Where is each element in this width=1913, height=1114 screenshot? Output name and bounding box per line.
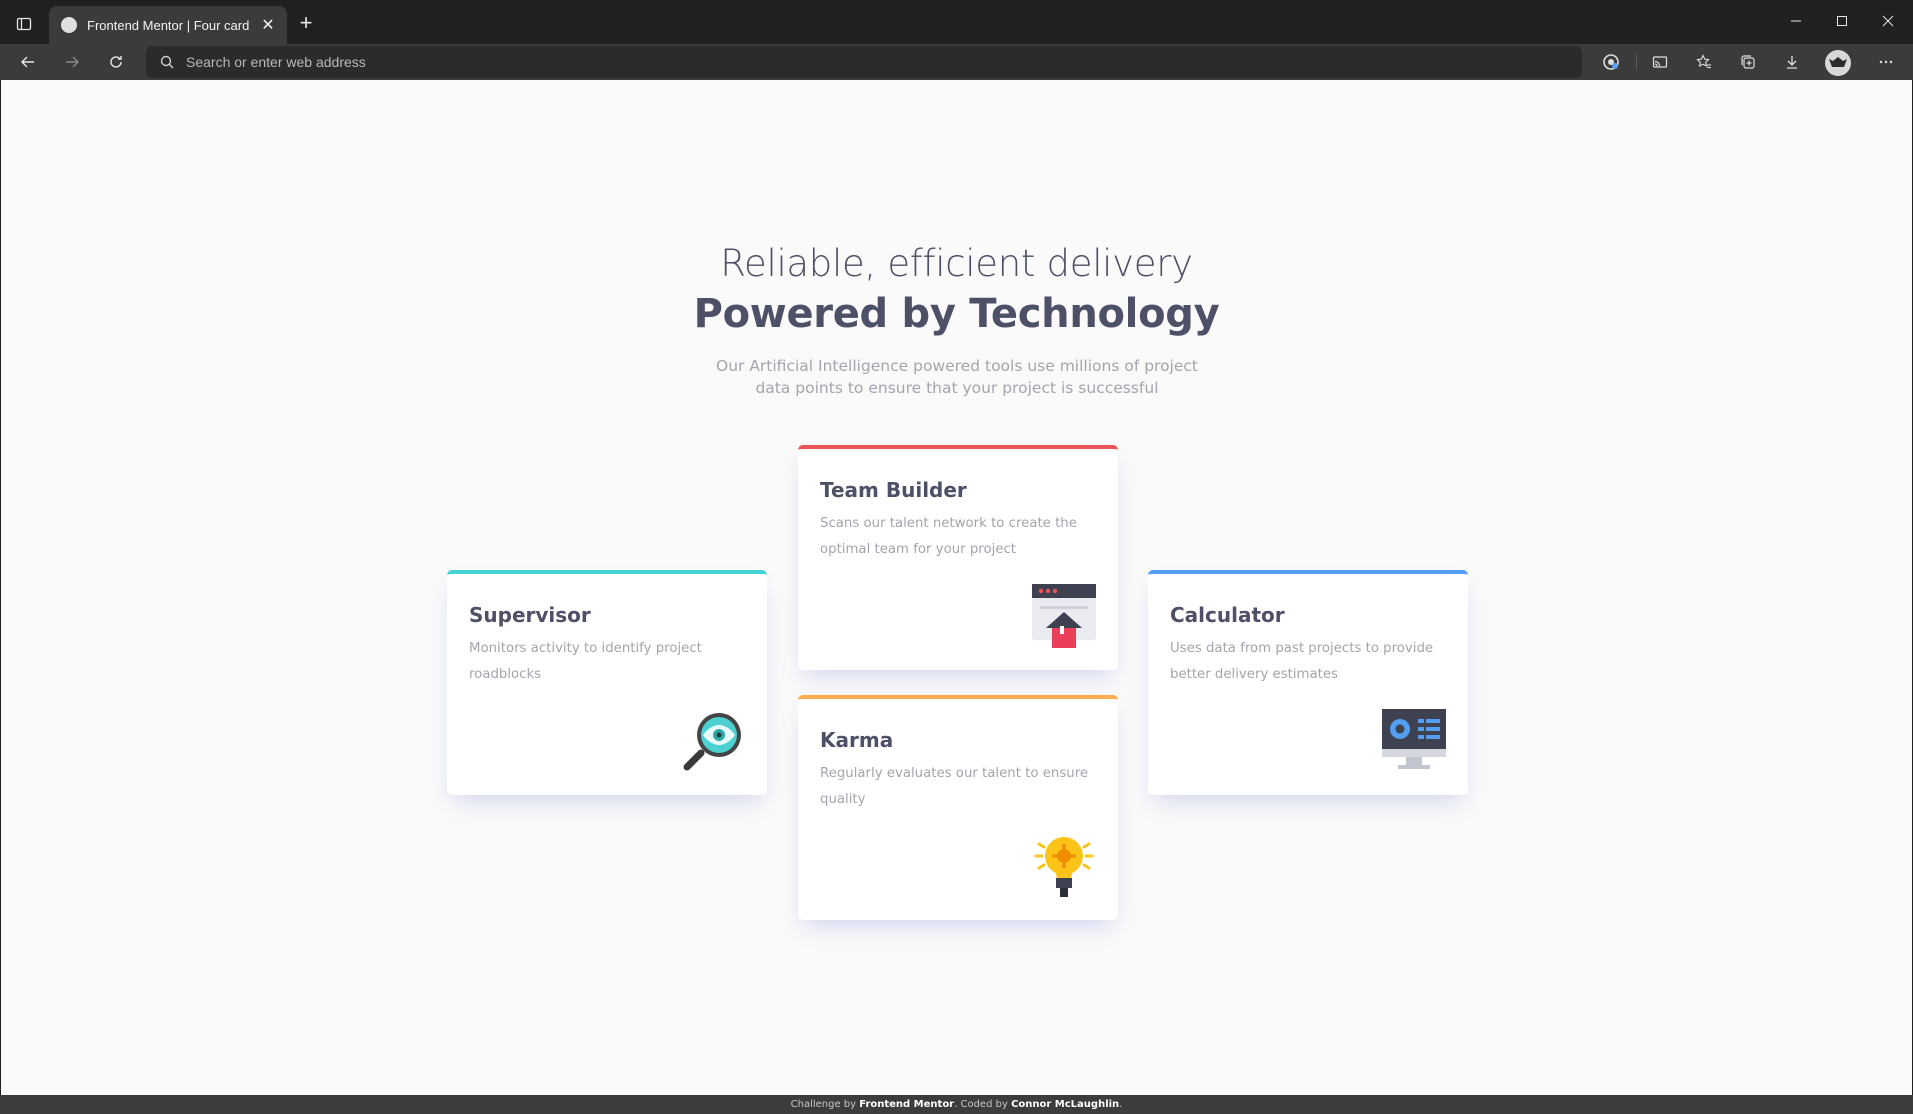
attribution-suffix: . — [1119, 1099, 1123, 1110]
address-bar[interactable] — [146, 46, 1582, 78]
new-tab-icon[interactable]: + — [294, 12, 318, 36]
frontend-mentor-link[interactable]: Frontend Mentor — [859, 1099, 954, 1110]
team-builder-icon — [1032, 584, 1096, 648]
more-options-icon[interactable] — [1872, 48, 1900, 76]
author-link[interactable]: Connor McLaughlin — [1011, 1099, 1119, 1110]
card-team-builder: Team Builder Scans our talent network to… — [798, 445, 1118, 670]
tab-favicon-icon — [61, 17, 77, 33]
address-input[interactable] — [186, 54, 1536, 70]
minimize-icon[interactable] — [1780, 6, 1812, 36]
tab-title: Frontend Mentor | Four card feature sect… — [87, 17, 251, 33]
search-icon — [160, 55, 174, 69]
cast-icon[interactable] — [1646, 48, 1674, 76]
browser-titlebar: Frontend Mentor | Four card feature sect… — [0, 0, 1913, 44]
tab-actions-icon[interactable] — [12, 12, 36, 36]
back-icon[interactable] — [14, 48, 42, 76]
card-description: Scans our talent network to create the o… — [820, 516, 1077, 557]
card-title: Team Builder — [820, 478, 967, 502]
collections-icon[interactable] — [1734, 48, 1762, 76]
card-description: Regularly evaluates our talent to ensure… — [820, 766, 1089, 807]
attribution-middle: . Coded by — [954, 1099, 1012, 1110]
maximize-icon[interactable] — [1826, 6, 1858, 36]
card-description: Uses data from past projects to provide … — [1170, 641, 1434, 682]
page-viewport: Reliable, efficient delivery Powered by … — [1, 80, 1912, 1095]
card-karma: Karma Regularly evaluates our talent to … — [798, 695, 1118, 920]
calculator-monitor-icon — [1382, 709, 1446, 773]
browser-essentials-icon[interactable] — [1597, 48, 1625, 76]
karma-lightbulb-icon — [1032, 834, 1096, 898]
card-title: Supervisor — [469, 603, 591, 627]
card-title: Karma — [820, 728, 894, 752]
supervisor-magnifier-icon — [681, 709, 745, 773]
card-title: Calculator — [1170, 603, 1285, 627]
downloads-icon[interactable] — [1778, 48, 1806, 76]
profile-avatar-icon[interactable] — [1825, 50, 1851, 76]
forward-icon[interactable] — [58, 48, 86, 76]
intro-text: Our Artificial Intelligence powered tool… — [716, 357, 1198, 397]
heading-light: Reliable, efficient delivery — [720, 242, 1193, 285]
toolbar-separator — [1636, 54, 1637, 70]
card-supervisor: Supervisor Monitors activity to identify… — [447, 570, 767, 795]
attribution-footer: Challenge by Frontend Mentor. Coded by C… — [0, 1095, 1913, 1114]
favorites-icon[interactable] — [1690, 48, 1718, 76]
browser-toolbar — [0, 44, 1913, 80]
refresh-icon[interactable] — [102, 48, 130, 76]
attribution-prefix: Challenge by — [790, 1099, 860, 1110]
card-description: Monitors activity to identify project ro… — [469, 641, 702, 682]
browser-tab-active[interactable]: Frontend Mentor | Four card feature sect… — [49, 6, 287, 44]
close-window-icon[interactable] — [1872, 6, 1904, 36]
card-calculator: Calculator Uses data from past projects … — [1148, 570, 1468, 795]
page-heading: Reliable, efficient delivery Powered by … — [1, 240, 1912, 340]
tab-close-icon[interactable]: ✕ — [259, 15, 277, 35]
heading-bold: Powered by Technology — [693, 291, 1220, 337]
